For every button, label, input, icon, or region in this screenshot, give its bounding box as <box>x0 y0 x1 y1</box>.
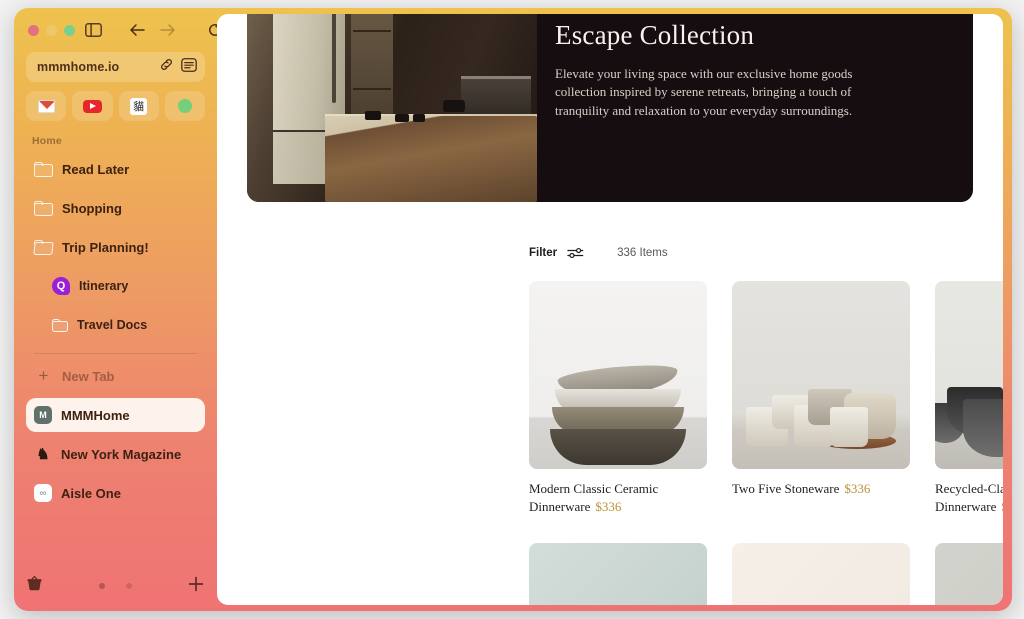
sidebar-tab-label: New York Magazine <box>61 446 182 462</box>
product-meta: Recycled-Clay Organic Dinnerware$336 <box>935 480 1003 517</box>
archive-basket-icon[interactable] <box>26 575 43 597</box>
sliders-icon[interactable] <box>567 246 584 260</box>
favorites-bar: 貓 <box>26 91 205 121</box>
plus-icon: + <box>38 366 49 385</box>
folder-icon <box>52 318 68 332</box>
sidebar-divider <box>34 353 197 354</box>
sidebar-item-travel-docs[interactable]: Travel Docs <box>26 308 205 342</box>
new-york-magazine-favicon: ♞ <box>36 446 50 463</box>
sidebar-item-read-later[interactable]: Read Later <box>26 152 205 186</box>
product-card[interactable] <box>529 542 707 605</box>
tile-favicon-glyph: 貓 <box>130 97 148 115</box>
sidebar-item-itinerary[interactable]: Q Itinerary <box>26 269 205 303</box>
product-image[interactable] <box>732 542 910 605</box>
countertop-object <box>443 100 465 112</box>
sidebar: mmmhome.io 貓 Home Read Later Shopping Tr… <box>14 8 221 611</box>
close-button[interactable] <box>28 24 39 36</box>
hero-text-block: Escape Collection Elevate your living sp… <box>537 14 973 202</box>
page-dot[interactable] <box>125 583 132 589</box>
link-icon[interactable] <box>159 57 174 77</box>
filter-bar: Filter 336 Items <box>529 246 829 260</box>
navigation-buttons <box>124 17 228 43</box>
product-image[interactable] <box>935 281 1003 469</box>
product-image[interactable] <box>529 542 707 605</box>
filter-label: Filter <box>529 247 558 259</box>
minimize-button[interactable] <box>46 24 57 36</box>
product-title: Two Five Stoneware <box>732 481 840 496</box>
sidebar-item-shopping[interactable]: Shopping <box>26 191 205 225</box>
hero-image <box>247 14 537 202</box>
sidebar-item-label: Trip Planning! <box>62 239 149 255</box>
hero-banner: Escape Collection Elevate your living sp… <box>247 14 973 202</box>
aisle-one-favicon: ∞ <box>34 484 52 502</box>
product-card[interactable] <box>732 542 910 605</box>
folder-icon <box>34 200 53 216</box>
product-price: $336 <box>1001 499 1003 514</box>
product-meta: Modern Classic Ceramic Dinnerware $336 <box>529 480 707 517</box>
product-grid: Modern Classic Ceramic Dinnerware $336 Tw… <box>529 281 1003 605</box>
mmmhome-favicon: M <box>34 406 52 424</box>
sidebar-tab-mmmhome[interactable]: M MMMHome <box>26 398 205 432</box>
browser-window: mmmhome.io 貓 Home Read Later Shopping Tr… <box>14 8 1012 611</box>
sidebar-tab-new-york-magazine[interactable]: ♞ New York Magazine <box>26 437 205 471</box>
address-bar-input[interactable]: mmmhome.io <box>37 60 159 74</box>
product-card[interactable]: Recycled-Clay Organic Dinnerware$336 <box>935 281 1003 517</box>
product-card[interactable]: Modern Classic Ceramic Dinnerware $336 <box>529 281 707 517</box>
sidebar-tab-aisle-one[interactable]: ∞ Aisle One <box>26 476 205 510</box>
plus-icon[interactable] <box>187 575 205 598</box>
gmail-favicon[interactable] <box>26 91 67 121</box>
new-tab-button[interactable]: + New Tab <box>26 359 205 393</box>
product-card[interactable] <box>935 542 1003 605</box>
sidebar-item-label: Itinerary <box>79 279 129 293</box>
product-price: $336 <box>844 481 871 496</box>
page-dots[interactable] <box>43 583 187 589</box>
countertop-object <box>395 114 409 122</box>
product-price: $336 <box>595 499 622 515</box>
new-tab-label: New Tab <box>62 368 115 384</box>
window-controls[interactable] <box>28 24 75 36</box>
address-bar-actions <box>159 57 197 77</box>
sidebar-tab-label: Aisle One <box>61 485 121 501</box>
product-card[interactable]: Two Five Stoneware $336 <box>732 281 910 517</box>
product-title: Recycled-Clay Organic Dinnerware <box>935 481 1003 515</box>
product-title: Modern Classic Ceramic Dinnerware <box>529 481 659 515</box>
sidebar-item-label: Shopping <box>62 200 122 216</box>
sidebar-item-trip-planning[interactable]: Trip Planning! <box>26 230 205 264</box>
hero-description: Elevate your living space with our exclu… <box>555 66 853 118</box>
zoom-button[interactable] <box>64 24 75 36</box>
sidebar-tab-label: MMMHome <box>61 407 130 423</box>
green-dot-favicon[interactable] <box>164 91 205 121</box>
hero-title: Escape Collection <box>555 20 755 50</box>
window-toolbar <box>26 8 221 46</box>
address-bar[interactable]: mmmhome.io <box>26 52 205 82</box>
countertop-object <box>413 114 425 122</box>
kitchen-island <box>325 116 537 202</box>
sidebar-bottom-bar <box>26 571 205 601</box>
arrow-left-icon[interactable] <box>124 17 150 43</box>
arrow-right-icon[interactable] <box>154 17 180 43</box>
sidebar-section-label: Home <box>32 135 62 147</box>
tile-favicon[interactable]: 貓 <box>118 91 159 121</box>
page-dot-active[interactable] <box>98 583 105 589</box>
sidebar-toggle-icon[interactable] <box>85 17 102 43</box>
web-content: Escape Collection Elevate your living sp… <box>217 14 1003 605</box>
itinerary-app-icon: Q <box>52 277 70 295</box>
sidebar-item-label: Read Later <box>62 161 130 177</box>
countertop-object <box>365 111 381 120</box>
sidebar-item-label: Travel Docs <box>77 318 148 332</box>
product-image[interactable] <box>935 542 1003 605</box>
items-count: 336 Items <box>617 247 668 259</box>
product-image[interactable] <box>732 281 910 469</box>
youtube-favicon[interactable] <box>72 91 113 121</box>
folder-open-icon <box>33 239 54 255</box>
folder-icon <box>34 161 53 177</box>
product-meta: Two Five Stoneware $336 <box>732 480 910 498</box>
reader-view-icon[interactable] <box>181 57 197 77</box>
product-image[interactable] <box>529 281 707 469</box>
